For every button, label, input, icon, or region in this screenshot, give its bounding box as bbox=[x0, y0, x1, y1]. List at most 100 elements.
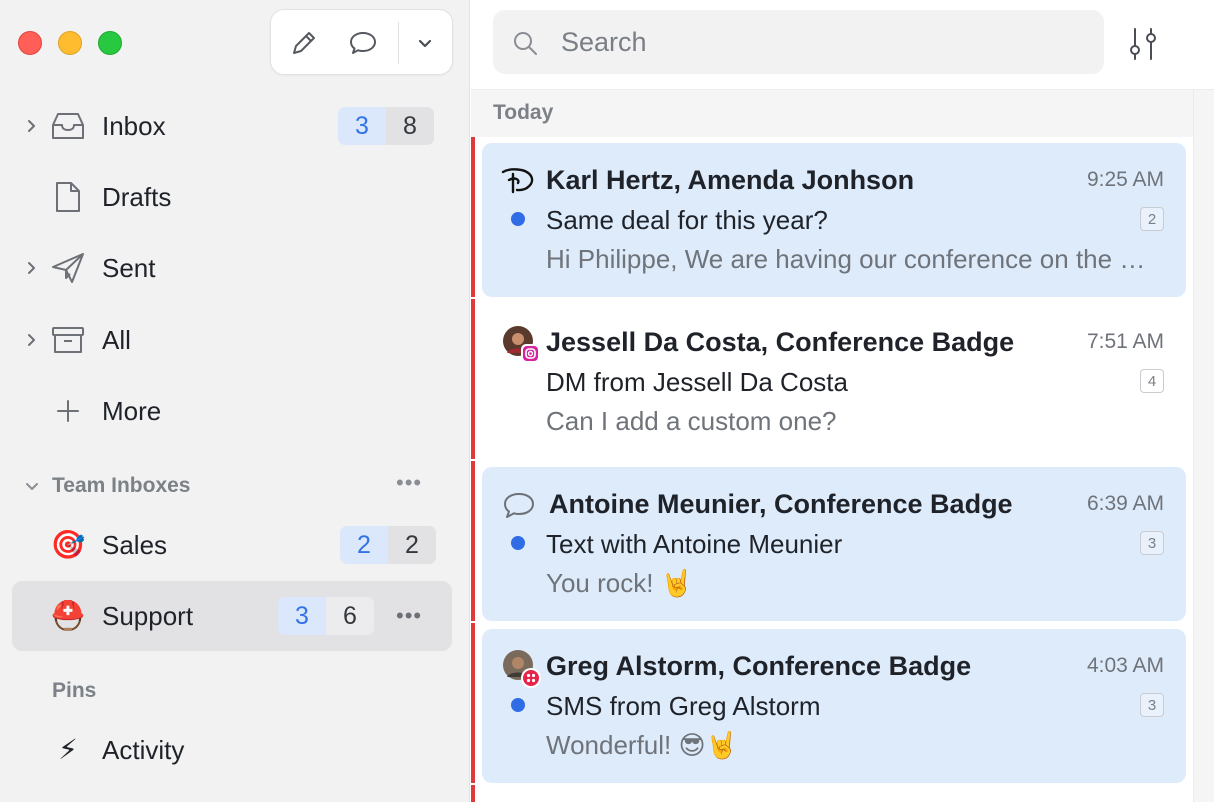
conversation-preview: Hi Philippe, We are having our conferenc… bbox=[546, 244, 1156, 274]
team-inboxes-collapse-icon[interactable] bbox=[24, 478, 40, 499]
sidebar-item-label: More bbox=[102, 395, 162, 426]
conversation-subject: Text with Antoine Meunier bbox=[546, 529, 843, 559]
unread-dot bbox=[511, 698, 525, 712]
chevron-down-icon bbox=[418, 39, 432, 48]
paper-plane-icon bbox=[50, 250, 86, 286]
conversation-time: 4:03 AM bbox=[1086, 654, 1164, 677]
sidebar-item-label: Inbox bbox=[102, 110, 166, 141]
conversation-item[interactable]: Karl Hertz, Amenda Jonhson 9:25 AM Same … bbox=[471, 137, 1193, 297]
sales-count-badges: 2 2 bbox=[340, 526, 436, 564]
unread-count: 3 bbox=[278, 597, 326, 635]
compose-button[interactable] bbox=[284, 24, 324, 62]
priority-bar bbox=[471, 623, 475, 783]
support-more-icon[interactable]: ••• bbox=[396, 603, 422, 629]
conversation-time: 9:25 AM bbox=[1086, 168, 1164, 191]
message-count-badge: 3 bbox=[1140, 693, 1164, 717]
total-count: 6 bbox=[326, 597, 374, 635]
conversation-sender: Jessell Da Costa, Conference Badge bbox=[546, 327, 1015, 357]
archive-box-icon bbox=[50, 322, 86, 358]
conversation-subject: SMS from Greg Alstorm bbox=[546, 691, 821, 721]
sidebar-item-all[interactable]: All bbox=[12, 305, 452, 375]
compose-toolbar bbox=[270, 9, 453, 75]
conversation-card[interactable]: Karl Hertz, Amenda Jonhson 9:25 AM Same … bbox=[482, 143, 1186, 297]
plus-icon bbox=[50, 393, 86, 429]
message-count-badge: 2 bbox=[1140, 207, 1164, 231]
sliders-icon bbox=[1130, 28, 1156, 60]
chevron-right-icon[interactable] bbox=[24, 261, 38, 275]
priority-bar bbox=[471, 299, 475, 459]
sidebar-item-activity[interactable]: ⚡ Activity bbox=[12, 715, 452, 785]
conversation-sender: Antoine Meunier, Conference Badge bbox=[549, 489, 1013, 519]
conversation-item[interactable] bbox=[471, 785, 1193, 802]
search-bar-area bbox=[471, 0, 1214, 90]
total-count: 2 bbox=[388, 526, 436, 564]
sidebar-item-sent[interactable]: Sent bbox=[12, 233, 452, 303]
total-count: 8 bbox=[386, 107, 434, 145]
team-inboxes-more-icon[interactable]: ••• bbox=[396, 470, 422, 496]
window-close-button[interactable] bbox=[18, 31, 42, 55]
inbox-count-badges: 3 8 bbox=[338, 107, 434, 145]
conversation-time: 7:51 AM bbox=[1086, 330, 1164, 353]
chevron-right-icon[interactable] bbox=[24, 119, 38, 133]
instagram-icon bbox=[521, 344, 540, 363]
sidebar-item-label: Sent bbox=[102, 252, 156, 283]
sidebar-item-inbox[interactable]: Inbox 3 8 bbox=[12, 91, 452, 161]
pencil-icon bbox=[293, 32, 315, 54]
conversation-card[interactable]: Antoine Meunier, Conference Badge 6:39 A… bbox=[482, 467, 1186, 621]
sidebar-item-label: Activity bbox=[102, 734, 185, 765]
search-box[interactable] bbox=[493, 10, 1104, 74]
support-count-badges: 3 6 bbox=[278, 597, 374, 635]
unread-count: 3 bbox=[338, 107, 386, 145]
compose-options-button[interactable] bbox=[405, 24, 445, 62]
priority-bar bbox=[471, 137, 475, 297]
speech-bubble-icon bbox=[350, 32, 376, 54]
chat-bubble-icon bbox=[502, 491, 536, 525]
sidebar-item-label: Drafts bbox=[102, 181, 172, 212]
sidebar-item-support[interactable]: ⛑️ Support 3 6 ••• bbox=[12, 581, 452, 651]
team-inboxes-heading: Team Inboxes bbox=[52, 474, 191, 497]
message-count-badge: 4 bbox=[1140, 369, 1164, 393]
search-icon bbox=[511, 29, 539, 62]
sidebar-item-more[interactable]: More bbox=[12, 376, 452, 446]
window-zoom-button[interactable] bbox=[98, 31, 122, 55]
conversation-item[interactable]: Antoine Meunier, Conference Badge 6:39 A… bbox=[471, 461, 1193, 621]
day-group-label: Today bbox=[493, 101, 554, 124]
lightning-icon: ⚡ bbox=[58, 734, 78, 765]
rescue-helmet-icon: ⛑️ bbox=[50, 600, 86, 631]
conversation-preview: Can I add a custom one? bbox=[546, 406, 837, 436]
sidebar-item-sales[interactable]: 🎯 Sales 2 2 bbox=[12, 510, 452, 580]
priority-bar bbox=[471, 461, 475, 621]
document-icon bbox=[50, 179, 86, 215]
list-scrollbar[interactable] bbox=[1193, 90, 1214, 802]
twilio-icon bbox=[521, 668, 541, 688]
message-list-pane: Today Karl Hertz, Amenda Jonhson 9:25 AM… bbox=[471, 0, 1214, 802]
window-minimize-button[interactable] bbox=[58, 31, 82, 55]
sidebar: Inbox 3 8 Drafts Sent All More Team Inbo… bbox=[0, 0, 470, 802]
conversation-card[interactable]: Jessell Da Costa, Conference Badge 7:51 … bbox=[482, 305, 1186, 459]
conversation-list: Karl Hertz, Amenda Jonhson 9:25 AM Same … bbox=[471, 137, 1193, 802]
conversation-subject: DM from Jessell Da Costa bbox=[546, 367, 848, 397]
priority-bar bbox=[471, 785, 475, 802]
avatar bbox=[502, 325, 540, 363]
new-chat-button[interactable] bbox=[343, 24, 383, 62]
filter-button[interactable] bbox=[1121, 22, 1165, 66]
conversation-subject: Same deal for this year? bbox=[546, 205, 828, 235]
conversation-time: 6:39 AM bbox=[1086, 492, 1164, 515]
conversation-preview: You rock! 🤘 bbox=[546, 568, 694, 598]
unread-dot bbox=[511, 212, 525, 226]
target-icon: 🎯 bbox=[50, 529, 86, 560]
disney-logo-icon bbox=[500, 165, 534, 199]
sidebar-item-drafts[interactable]: Drafts bbox=[12, 162, 452, 232]
conversation-sender: Greg Alstorm, Conference Badge bbox=[546, 651, 972, 681]
chevron-right-icon[interactable] bbox=[24, 333, 38, 347]
search-input[interactable] bbox=[561, 26, 1081, 58]
conversation-preview: Wonderful! 😎🤘 bbox=[546, 730, 738, 760]
unread-dot bbox=[511, 536, 525, 550]
sidebar-item-label: All bbox=[102, 324, 131, 355]
conversation-sender: Karl Hertz, Amenda Jonhson bbox=[546, 165, 915, 195]
conversation-card[interactable]: Greg Alstorm, Conference Badge 4:03 AM S… bbox=[482, 629, 1186, 783]
conversation-item[interactable]: Jessell Da Costa, Conference Badge 7:51 … bbox=[471, 299, 1193, 459]
conversation-item[interactable]: Greg Alstorm, Conference Badge 4:03 AM S… bbox=[471, 623, 1193, 783]
sidebar-item-label: Sales bbox=[102, 529, 168, 560]
avatar bbox=[502, 649, 541, 688]
